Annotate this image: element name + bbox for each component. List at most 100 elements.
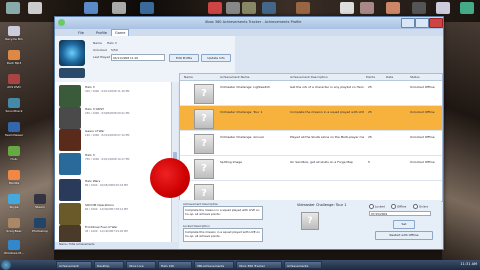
desktop-icon[interactable]: Skype	[4, 194, 24, 209]
taskbar-item[interactable]: Achievements	[284, 261, 322, 269]
quick-launch-icon[interactable]	[28, 2, 42, 14]
game-meta: 80 / 1000 · 01/05/2008 05:43 PM	[85, 184, 128, 187]
table-row[interactable]: ? Spitting Image On Sandbox, get all sku…	[180, 156, 442, 181]
table-row[interactable]: ? Vidmaster Challenge: Lightswitch Get t…	[180, 81, 442, 106]
quick-launch-icon[interactable]	[340, 2, 354, 14]
game-list: Halo 3 410 / 1000 · 04/11/2008 11:16 PM …	[55, 82, 171, 242]
desktop-icon[interactable]: ScaryBear	[4, 218, 24, 233]
achievement-description: On Sandbox, get all skulls on a Forge Ma…	[290, 160, 353, 164]
taskbar-item[interactable]: Xbox Live	[126, 261, 156, 269]
quick-launch-icon[interactable]	[460, 2, 474, 14]
column-header[interactable]: Points	[366, 74, 375, 80]
restart-offline-button[interactable]: Restart with Offline	[375, 231, 433, 240]
quick-launch-icon[interactable]	[262, 2, 276, 14]
desktop-icon[interactable]: Photoshop	[30, 218, 50, 233]
taskbar: Achievement Desktop Xbox Live Halo Info …	[0, 260, 480, 270]
taskbar-clock[interactable]: 11:31 AM	[460, 262, 477, 266]
taskbar-item[interactable]: Achievement	[56, 261, 92, 269]
audio-icon	[8, 98, 20, 108]
desktop-icon[interactable]: Dark Mp3	[4, 50, 24, 65]
unlock-date-field[interactable]: 07/15/2009	[369, 211, 431, 216]
minimize-button[interactable]	[401, 18, 415, 28]
last-played-label: Last Played	[93, 55, 111, 59]
achievement-points: 25	[368, 85, 372, 89]
achievement-points: 25	[368, 110, 372, 114]
table-row[interactable]: ?	[180, 181, 442, 201]
column-header[interactable]: Achievement Description	[290, 74, 328, 80]
game-name: Halo 3	[85, 153, 95, 157]
start-orb-icon[interactable]	[1, 260, 11, 270]
quick-launch-icon[interactable]	[436, 2, 450, 14]
game-meta: 45 / 1000 · 12/19/2007 04:02 PM	[85, 230, 128, 233]
table-row[interactable]: ? Vidmaster Challenge: Annual Played all…	[180, 131, 442, 156]
game-name: Frontlines Fuel of War	[85, 225, 118, 229]
quick-launch-icon[interactable]	[360, 2, 374, 14]
music-icon	[8, 50, 20, 60]
list-item[interactable]: Frontlines Fuel of War 45 / 1000 · 12/19…	[55, 222, 167, 242]
window-title: Xbox 360 Achievements Tracker - Achievem…	[205, 20, 302, 24]
quick-launch-icon[interactable]	[140, 2, 154, 14]
name-value: Halo 3	[107, 41, 117, 45]
offline-radio[interactable]: Offline	[391, 204, 406, 209]
achievement-status: Unlocked Offline	[410, 85, 435, 89]
desktop-icon[interactable]: Mozilla	[4, 170, 24, 185]
game-meta: 410 / 1000 · 04/11/2008 11:16 PM	[85, 90, 130, 93]
media-player-icon	[8, 240, 20, 250]
taskbar-item[interactable]: Desktop	[94, 261, 124, 269]
achievement-points: 25	[368, 135, 372, 139]
quick-launch-icon[interactable]	[84, 2, 98, 14]
quick-launch-icon[interactable]	[412, 2, 426, 14]
quick-launch-icon[interactable]	[112, 2, 126, 14]
game-thumbnail	[59, 179, 81, 201]
bear-icon	[8, 218, 20, 228]
desktop-icon[interactable]: Hulu	[4, 146, 24, 161]
desktop-icon[interactable]: TeamViewer	[4, 122, 24, 137]
set-button[interactable]: Set	[393, 220, 415, 229]
game-meta: 230 / 1000 · 03/28/2008 09:21 PM	[85, 112, 130, 115]
photoshop-icon	[34, 218, 46, 228]
maximize-button[interactable]	[415, 18, 429, 28]
desktop-icon[interactable]: Soundtrack	[4, 98, 24, 113]
phone-icon	[8, 194, 20, 204]
column-header[interactable]: Name	[184, 74, 193, 80]
game-name: Gears of War	[85, 129, 105, 133]
close-button[interactable]	[429, 18, 443, 28]
quick-launch-icon[interactable]	[208, 2, 222, 14]
quick-launch-icon[interactable]	[226, 2, 240, 14]
update-info-button[interactable]: Update Info	[201, 54, 231, 62]
taskbar-item[interactable]: Xbox 360 Tracker	[236, 261, 282, 269]
column-header[interactable]: Status	[410, 74, 420, 80]
desktop-icon[interactable]: Steam	[30, 194, 50, 209]
remote-icon	[8, 122, 20, 132]
quick-launch-icon[interactable]	[6, 2, 20, 14]
last-played-field[interactable]: 04/11/2008 11:16	[111, 54, 165, 61]
game-thumbnail	[59, 225, 81, 242]
achievement-name: Spitting Image	[220, 160, 242, 164]
game-name: SOCOM Operations	[85, 203, 114, 207]
dvd-icon	[8, 74, 20, 84]
locked-description-box[interactable]: Complete this mission in a squad played …	[183, 228, 263, 242]
quick-launch-icon[interactable]	[242, 2, 256, 14]
locked-radio[interactable]: Locked	[369, 204, 385, 209]
achievement-points: 5	[368, 160, 370, 164]
online-radio[interactable]: Online	[413, 204, 428, 209]
quick-launch-icon[interactable]	[296, 2, 310, 14]
taskbar-item[interactable]: Halo Info	[158, 261, 192, 269]
browser-icon	[8, 170, 20, 180]
desktop-icon[interactable]: AVS DVD	[4, 74, 24, 89]
quick-launch-icon[interactable]	[386, 2, 400, 14]
title-bar[interactable]: Xbox 360 Achievements Tracker - Achievem…	[55, 17, 443, 29]
desktop-icon[interactable]: Windows Media	[4, 240, 24, 255]
achievement-description: Played all the Skulls alone on the Multi…	[290, 135, 364, 139]
table-row[interactable]: ? Vidmaster Challenge: Tour 1 Complete t…	[180, 106, 442, 131]
recycle-bin-icon	[8, 26, 20, 36]
last-played-value: 04/11/2008 11:16	[113, 56, 139, 60]
edit-profile-button[interactable]: Edit Profile	[169, 54, 199, 62]
taskbar-item[interactable]: XBLAchievements	[194, 261, 234, 269]
column-header[interactable]: Date	[386, 74, 393, 80]
description-box[interactable]: Complete the mission in a squad played w…	[183, 206, 263, 220]
tab-game[interactable]: Game	[111, 29, 130, 36]
desktop-icon[interactable]: Recycle Bin	[4, 26, 24, 41]
achievement-description: Get the orb of a character in any playli…	[290, 85, 364, 89]
column-header[interactable]: Achievement Name	[220, 74, 250, 80]
